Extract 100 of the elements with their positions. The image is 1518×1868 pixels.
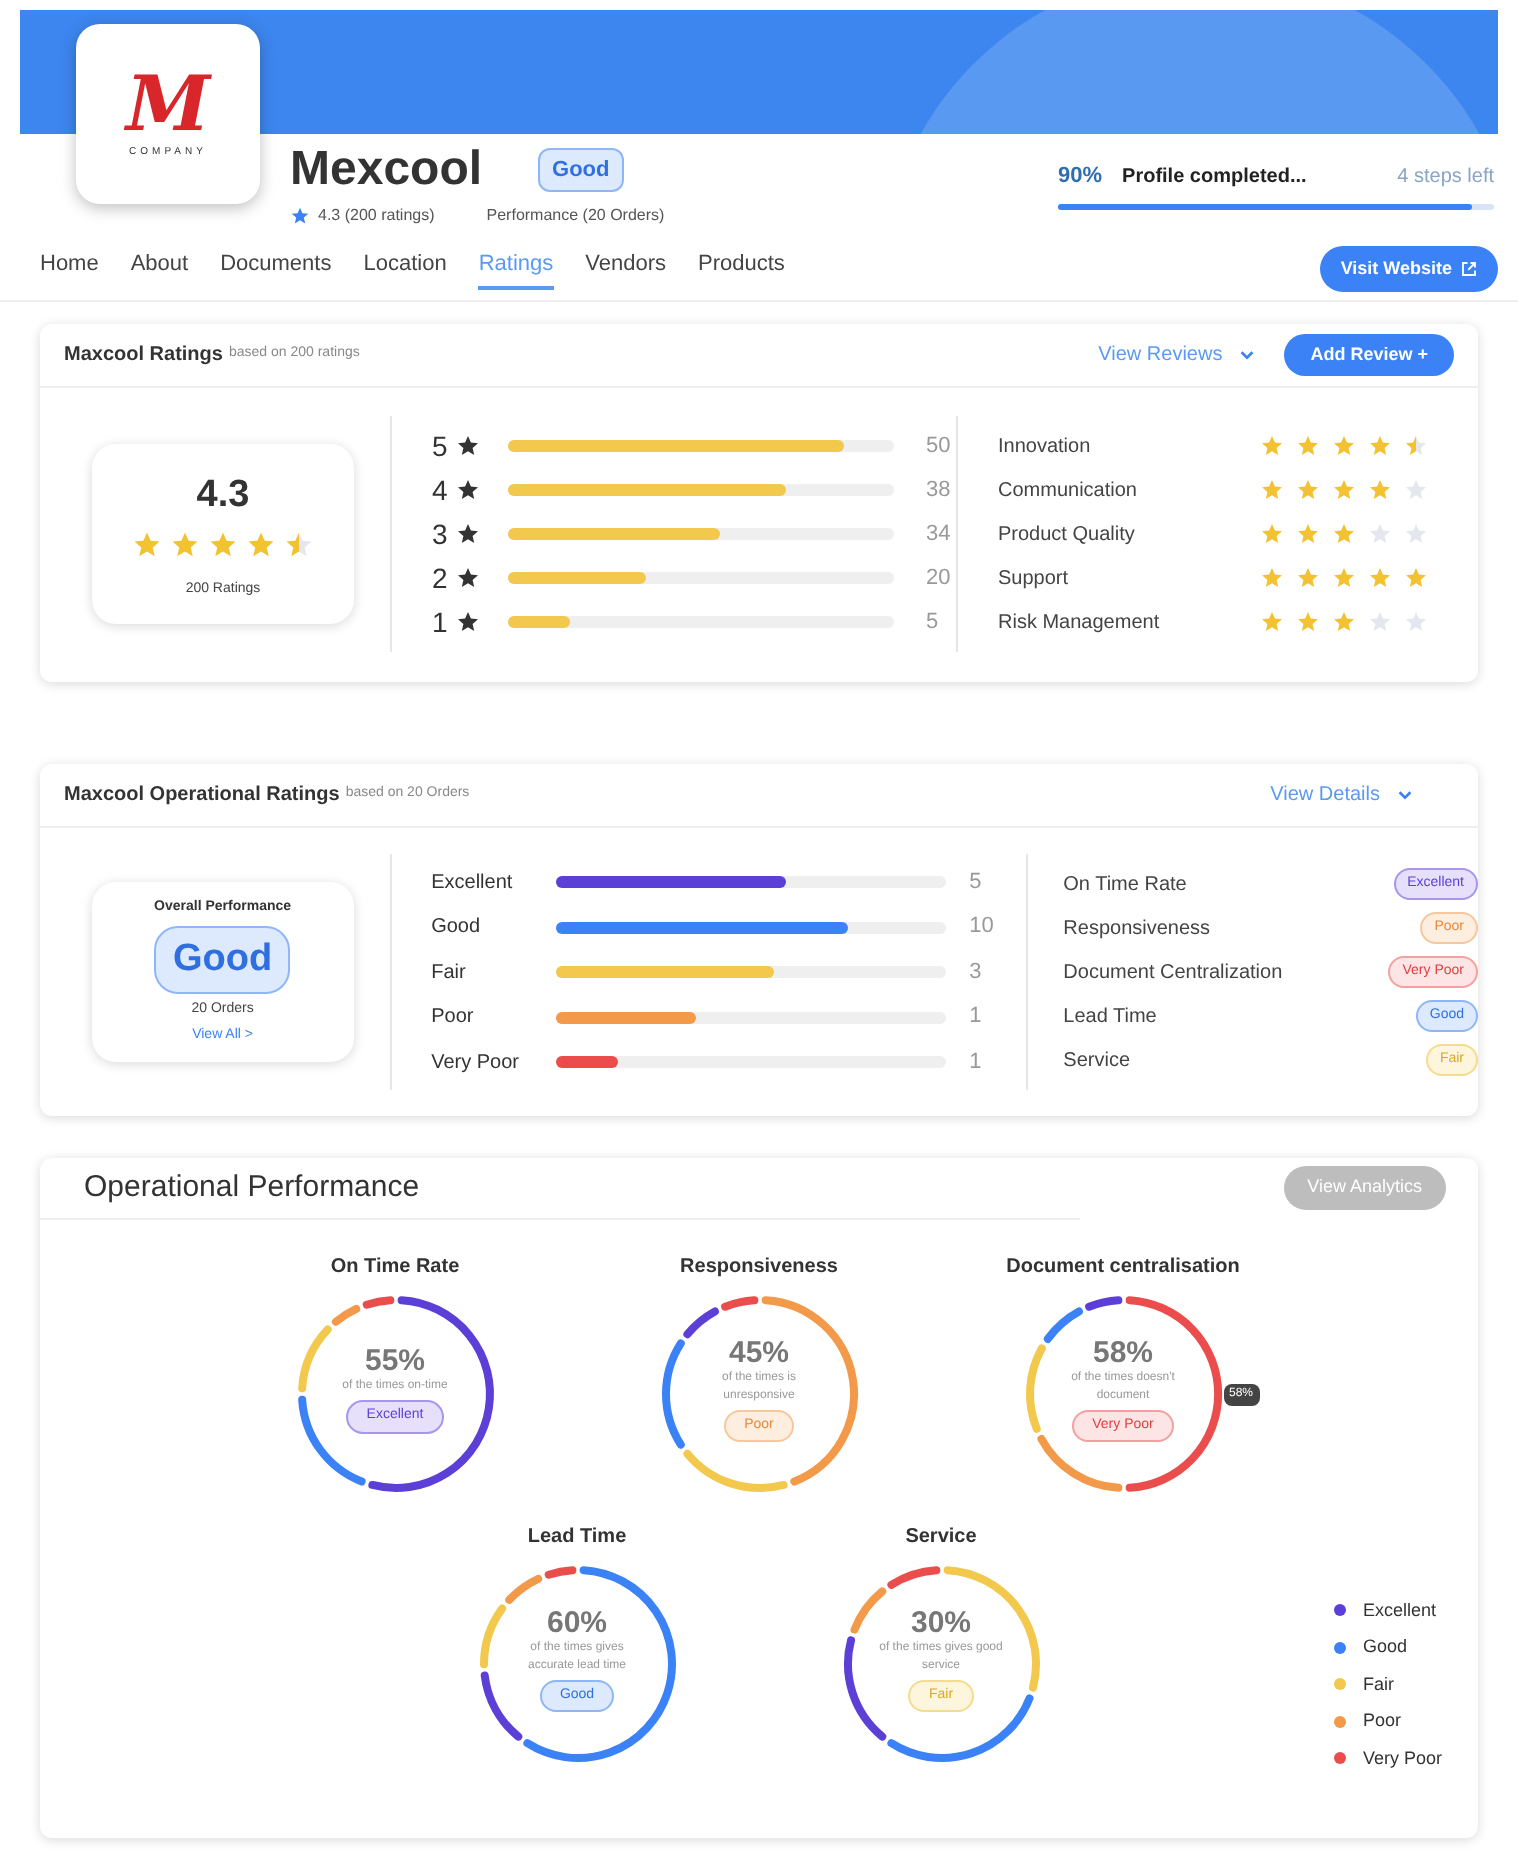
status-badge: Good [538, 147, 624, 193]
rating-summary: 4.3 (200 ratings) [318, 204, 435, 228]
star-icon [1260, 566, 1284, 590]
grade-count: 3 [969, 957, 982, 988]
grade-count: 1 [969, 1002, 982, 1033]
nav-tab[interactable]: Ratings [478, 247, 554, 291]
criterion-name: Risk Management [998, 609, 1160, 637]
star-icon [1332, 566, 1356, 590]
grade-label: Very Poor [431, 1049, 522, 1077]
external-link-icon [1460, 260, 1478, 278]
nav-tab[interactable]: Products [698, 247, 785, 291]
rating-count: 20 [926, 563, 951, 594]
star-icon [1368, 522, 1392, 546]
star-icon [132, 529, 162, 559]
criterion-name: Support [998, 565, 1069, 593]
grade-count: 5 [969, 867, 982, 898]
grade-label: Good [431, 914, 483, 942]
add-review-button[interactable]: Add Review + [1284, 333, 1454, 377]
grade-label: Excellent [431, 869, 515, 897]
star-icon [1404, 522, 1428, 546]
metric-name: Responsiveness [1063, 915, 1211, 943]
grade-label: Fair [431, 959, 468, 987]
star-icon [1296, 566, 1320, 590]
ring-title: Document centralisation [1006, 1254, 1240, 1282]
view-details-link[interactable]: View Details [1270, 780, 1414, 810]
rating-count: 34 [926, 519, 951, 550]
star-icon [1260, 610, 1284, 634]
ring-title: On Time Rate [330, 1254, 460, 1282]
legend-label: Excellent [1362, 1597, 1436, 1623]
star-icon [1368, 434, 1392, 458]
legend-label: Good [1362, 1634, 1407, 1660]
star-icon [456, 610, 480, 634]
star-icon [1260, 434, 1284, 458]
star-icon [1332, 610, 1356, 634]
metric-name: Lead Time [1063, 1003, 1157, 1031]
overall-badge: Good [154, 925, 291, 994]
legend-label: Very Poor [1362, 1745, 1442, 1772]
ring-percent: 30% [910, 1607, 972, 1640]
metric-name: Document Centralization [1063, 959, 1283, 987]
star-icon [290, 206, 310, 226]
star-icon [1404, 478, 1428, 502]
nav-tab[interactable]: Vendors [585, 247, 666, 291]
criterion-name: Product Quality [998, 521, 1135, 549]
star-icon [1368, 566, 1392, 590]
star-icon [246, 529, 276, 559]
ring-percent: 45% [728, 1337, 790, 1370]
star-icon [1404, 434, 1428, 458]
ring-title: Responsiveness [680, 1254, 838, 1282]
grade-label: Poor [431, 1004, 476, 1032]
profile-percent: 90% [1058, 162, 1103, 192]
rating-count: 5 [926, 607, 939, 638]
star-icon [1368, 478, 1392, 502]
nav-tab[interactable]: Home [40, 247, 99, 291]
star-level: 4 [432, 471, 450, 509]
star-icon [456, 566, 480, 590]
rating-count: 50 [926, 431, 951, 462]
ring-title: Service [905, 1524, 977, 1552]
star-icon [1332, 522, 1356, 546]
average-score: 4.3 [196, 472, 250, 520]
logo-letter: M [125, 66, 211, 143]
card-title: Operational Performance [84, 1167, 420, 1208]
company-name: Mexcool [290, 140, 483, 200]
legend-label: Poor [1362, 1708, 1401, 1734]
metric-name: Service [1063, 1047, 1131, 1075]
star-icon [1296, 522, 1320, 546]
performance-summary: Performance (20 Orders) [486, 204, 665, 228]
star-icon [1260, 478, 1284, 502]
star-icon [1368, 610, 1392, 634]
ring-percent: 55% [364, 1346, 426, 1379]
star-level: 5 [432, 427, 450, 465]
star-icon [170, 529, 200, 559]
visit-website-button[interactable]: Visit Website [1320, 245, 1498, 293]
rating-count: 38 [926, 475, 951, 506]
star-icon [456, 478, 480, 502]
star-icon [208, 529, 238, 559]
star-icon [1404, 566, 1428, 590]
nav-tab[interactable]: Location [363, 247, 447, 291]
star-icon [1260, 522, 1284, 546]
star-icon [1296, 434, 1320, 458]
star-icon [1296, 610, 1320, 634]
star-icon [1296, 478, 1320, 502]
star-icon [1332, 434, 1356, 458]
star-level: 2 [432, 559, 450, 597]
view-reviews-link[interactable]: View Reviews [1098, 340, 1257, 370]
ring-percent: 58% [1092, 1337, 1154, 1370]
chevron-down-icon [1396, 786, 1414, 804]
star-icon [1332, 478, 1356, 502]
grade-count: 10 [969, 912, 994, 943]
grade-count: 1 [969, 1047, 982, 1078]
nav-tab[interactable]: Documents [220, 247, 332, 291]
star-icon [284, 529, 314, 559]
metric-name: On Time Rate [1063, 871, 1187, 899]
star-icon [456, 434, 480, 458]
card-title: Maxcool Operational Ratings [64, 782, 340, 810]
chevron-down-icon [1238, 346, 1257, 364]
criterion-name: Communication [998, 477, 1137, 505]
ring-percent: 60% [546, 1607, 608, 1640]
nav-tab[interactable]: About [130, 247, 189, 291]
star-level: 3 [432, 515, 450, 553]
criterion-name: Innovation [998, 433, 1091, 461]
